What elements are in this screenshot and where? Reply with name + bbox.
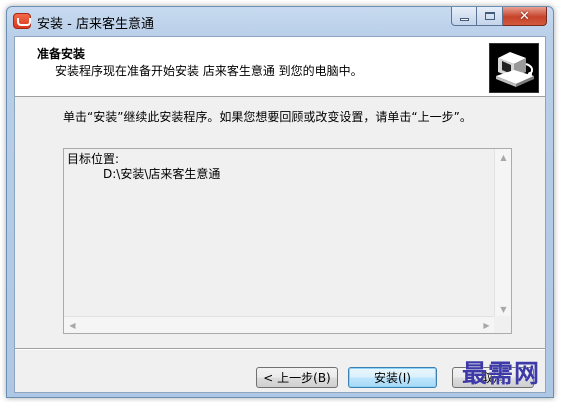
minimize-icon <box>459 17 469 21</box>
wizard-page: 准备安装 安装程序现在准备开始安装 店来客生意通 到您的电脑中。 单击“安装”继… <box>14 36 546 393</box>
vertical-scrollbar[interactable]: ▲ ▼ <box>494 149 511 318</box>
maximize-button[interactable] <box>477 7 503 26</box>
close-icon: ✕ <box>519 8 530 24</box>
close-button[interactable]: ✕ <box>503 7 547 26</box>
horizontal-scrollbar[interactable]: ◀ ▶ <box>64 316 495 333</box>
title-bar[interactable]: 安装 - 店来客生意通 ✕ <box>7 7 553 35</box>
install-button[interactable]: 安装(I) <box>348 367 437 388</box>
scroll-up-icon[interactable]: ▲ <box>495 149 512 166</box>
window-controls: ✕ <box>451 7 547 27</box>
memo-destination: D:\安装\店来客生意通 <box>103 167 221 181</box>
watermark-logo: 最需网 <box>462 359 541 388</box>
page-title: 准备安装 <box>37 47 86 61</box>
minimize-button[interactable] <box>451 7 477 26</box>
instruction-text: 单击“安装”继续此安装程序。如果您想要回顾或改变设置，请单击“上一步”。 <box>63 110 472 124</box>
ready-memo[interactable]: 目标位置: D:\安装\店来客生意通 ▲ ▼ ◀ ▶ <box>63 148 512 334</box>
button-divider <box>15 348 545 350</box>
back-button[interactable]: < 上一步(B) <box>256 367 338 388</box>
page-subtitle: 安装程序现在准备开始安装 店来客生意通 到您的电脑中。 <box>55 64 363 78</box>
scroll-left-icon[interactable]: ◀ <box>64 317 81 334</box>
scroll-right-icon[interactable]: ▶ <box>478 317 495 334</box>
maximize-icon <box>484 12 495 20</box>
installer-computer-icon <box>489 43 539 93</box>
wizard-header: 准备安装 安装程序现在准备开始安装 店来客生意通 到您的电脑中。 <box>15 37 545 97</box>
memo-label: 目标位置: <box>67 152 120 166</box>
app-icon <box>13 13 31 29</box>
memo-content: 目标位置: D:\安装\店来客生意通 <box>67 152 220 182</box>
installer-window: 安装 - 店来客生意通 ✕ 准备安装 安装程序现在准备开始安装 店来客生意通 到… <box>6 6 554 398</box>
scroll-corner <box>494 316 511 333</box>
window-title: 安装 - 店来客生意通 <box>37 17 154 32</box>
